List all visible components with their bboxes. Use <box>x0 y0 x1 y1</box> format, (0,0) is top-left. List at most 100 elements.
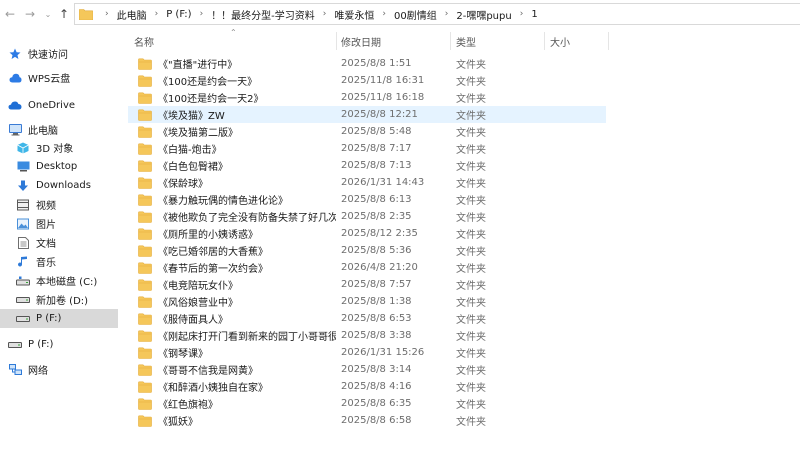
nav-item-label: 快速访问 <box>28 50 68 61</box>
file-name: 《埃及猫第二版》 <box>158 128 238 139</box>
nav-item[interactable]: 3D 对象 <box>0 138 118 157</box>
file-type: 文件夹 <box>456 77 486 88</box>
file-row[interactable]: 《狐妖》 2025/8/8 6:58 文件夹 <box>128 412 606 429</box>
file-name-cell: 《暴力触玩偶的情色进化论》 <box>138 191 336 208</box>
file-type: 文件夹 <box>456 400 486 411</box>
nav-item[interactable]: P (F:) <box>0 309 118 328</box>
file-date: 2025/8/8 3:14 <box>341 364 412 375</box>
file-row[interactable]: 《白猫-炮击》 2025/8/8 7:17 文件夹 <box>128 140 606 157</box>
column-divider[interactable] <box>450 32 451 50</box>
column-divider[interactable] <box>608 32 609 50</box>
nav-item[interactable]: 图片 <box>0 214 118 233</box>
folder-icon <box>138 160 152 172</box>
folder-icon <box>138 177 152 189</box>
file-row[interactable]: 《被他欺负了完全没有防备失禁了好几次… 2025/8/8 2:35 文件夹 <box>128 208 606 225</box>
breadcrumb-separator-icon[interactable]: › <box>520 9 524 19</box>
file-date: 2025/8/8 6:58 <box>341 415 412 426</box>
breadcrumb-item[interactable]: P (F:) <box>166 9 191 20</box>
breadcrumb-item[interactable]: 唯爱永恒 <box>334 7 374 22</box>
nav-item[interactable]: 新加卷 (D:) <box>0 290 118 309</box>
drive-icon <box>16 312 30 326</box>
file-row[interactable]: 《白色包臀裙》 2025/8/8 7:13 文件夹 <box>128 157 606 174</box>
file-row[interactable]: 《保龄球》 2026/1/31 14:43 文件夹 <box>128 174 606 191</box>
folder-icon <box>138 262 152 274</box>
column-header-date[interactable]: 修改日期 <box>341 33 381 49</box>
column-header-type[interactable]: 类型 <box>456 33 476 49</box>
address-toolbar: ← → ⌄ ↑ › 此电脑 › P (F:) › ！！最终分型-学习资料 › 唯爱永恒 › 00剧… <box>0 0 800 28</box>
nav-item[interactable]: P (F:) <box>0 335 118 354</box>
file-row[interactable]: 《埃及猫第二版》 2025/8/8 5:48 文件夹 <box>128 123 606 140</box>
breadcrumb-separator-icon[interactable]: › <box>200 9 204 19</box>
file-type: 文件夹 <box>456 145 486 156</box>
file-row[interactable]: 《春节后的第一次约会》 2026/4/8 21:20 文件夹 <box>128 259 606 276</box>
file-name: 《刚起床打开门看到新来的园丁小哥哥很… <box>158 332 336 343</box>
file-row[interactable]: 《钢琴课》 2026/1/31 15:26 文件夹 <box>128 344 606 361</box>
folder-icon <box>138 398 152 410</box>
nav-item-label: 文档 <box>36 239 56 250</box>
file-type: 文件夹 <box>456 111 486 122</box>
breadcrumb-item[interactable]: 2-嘿嘿pupu <box>456 7 511 22</box>
file-row[interactable]: 《刚起床打开门看到新来的园丁小哥哥很… 2025/8/8 3:38 文件夹 <box>128 327 606 344</box>
file-row[interactable]: 《哥哥不信我是网黄》 2025/8/8 3:14 文件夹 <box>128 361 606 378</box>
column-divider[interactable] <box>336 32 337 50</box>
file-name-cell: 《被他欺负了完全没有防备失禁了好几次… <box>138 208 336 225</box>
file-row[interactable]: 《埃及猫》ZW 2025/8/8 12:21 文件夹 <box>128 106 606 123</box>
nav-item[interactable]: 音乐 <box>0 252 118 271</box>
star-icon <box>8 47 22 61</box>
breadcrumb-separator-icon[interactable]: › <box>382 9 386 19</box>
file-row[interactable]: 《100还是约会一天》 2025/11/8 16:31 文件夹 <box>128 72 606 89</box>
file-row[interactable]: 《厕所里的小姨诱惑》 2025/8/12 2:35 文件夹 <box>128 225 606 242</box>
breadcrumb-separator-icon[interactable]: › <box>155 9 159 19</box>
file-type: 文件夹 <box>456 366 486 377</box>
nav-item[interactable]: WPS云盘 <box>0 68 118 87</box>
nav-item[interactable]: 文档 <box>0 233 118 252</box>
nav-item[interactable]: 本地磁盘 (C:) <box>0 271 118 290</box>
breadcrumb-item[interactable]: ！！最终分型-学习资料 <box>211 7 315 22</box>
file-type: 文件夹 <box>456 264 486 275</box>
file-row[interactable]: 《100还是约会一天2》 2025/11/8 16:18 文件夹 <box>128 89 606 106</box>
nav-item[interactable]: OneDrive <box>0 96 118 115</box>
nav-item[interactable]: 快速访问 <box>0 44 118 63</box>
forward-arrow-icon[interactable]: → <box>22 6 38 22</box>
column-divider[interactable] <box>544 32 545 50</box>
file-row[interactable]: 《电竞陪玩女仆》 2025/8/8 7:57 文件夹 <box>128 276 606 293</box>
address-bar[interactable]: › 此电脑 › P (F:) › ！！最终分型-学习资料 › 唯爱永恒 › 00剧情组 › 2-嘿嘿p… <box>74 3 800 25</box>
breadcrumb-separator-icon[interactable]: › <box>105 9 109 19</box>
folder-icon <box>138 228 152 240</box>
folder-icon <box>138 313 152 325</box>
file-date: 2025/8/8 7:13 <box>341 160 412 171</box>
file-row[interactable]: 《服侍面具人》 2025/8/8 6:53 文件夹 <box>128 310 606 327</box>
file-name-cell: 《服侍面具人》 <box>138 310 336 327</box>
nav-item-label: 网络 <box>28 366 48 377</box>
up-arrow-icon[interactable]: ↑ <box>56 6 72 22</box>
file-row[interactable]: 《吃已婚邻居的大香蕉》 2025/8/8 5:36 文件夹 <box>128 242 606 259</box>
nav-item[interactable]: Desktop <box>0 157 118 176</box>
file-row[interactable]: 《红色旗袍》 2025/8/8 6:35 文件夹 <box>128 395 606 412</box>
folder-icon <box>138 109 152 121</box>
breadcrumb-item[interactable]: 00剧情组 <box>394 7 437 22</box>
breadcrumb-separator-icon[interactable]: › <box>323 9 327 19</box>
file-row[interactable]: 《"直播"进行中》 2025/8/8 1:51 文件夹 <box>128 55 606 72</box>
nav-item[interactable]: 网络 <box>0 360 118 379</box>
folder-icon <box>138 364 152 376</box>
nav-item[interactable]: Downloads <box>0 176 118 195</box>
nav-item[interactable]: 视频 <box>0 195 118 214</box>
file-row[interactable]: 《暴力触玩偶的情色进化论》 2025/8/8 6:13 文件夹 <box>128 191 606 208</box>
breadcrumb-separator-icon[interactable]: › <box>445 9 449 19</box>
nav-item[interactable]: 此电脑 <box>0 120 118 139</box>
back-arrow-icon[interactable]: ← <box>2 6 18 22</box>
file-row[interactable]: 《和醉酒小姨独自在家》 2025/8/8 4:16 文件夹 <box>128 378 606 395</box>
column-header-size[interactable]: 大小 <box>550 33 570 49</box>
file-name: 《和醉酒小姨独自在家》 <box>158 383 268 394</box>
file-type: 文件夹 <box>456 247 486 258</box>
folder-icon <box>138 92 152 104</box>
file-row[interactable]: 《风俗娘营业中》 2025/8/8 1:38 文件夹 <box>128 293 606 310</box>
breadcrumb-item[interactable]: 此电脑 <box>117 7 147 22</box>
breadcrumb-item[interactable]: 1 <box>531 9 537 20</box>
file-date: 2026/4/8 21:20 <box>341 262 418 273</box>
file-date: 2025/8/8 4:16 <box>341 381 412 392</box>
file-name-cell: 《埃及猫第二版》 <box>138 123 336 140</box>
recent-locations-chevron-icon[interactable]: ⌄ <box>40 6 56 22</box>
folder-icon <box>138 381 152 393</box>
column-header-name[interactable]: 名称 <box>134 33 154 49</box>
